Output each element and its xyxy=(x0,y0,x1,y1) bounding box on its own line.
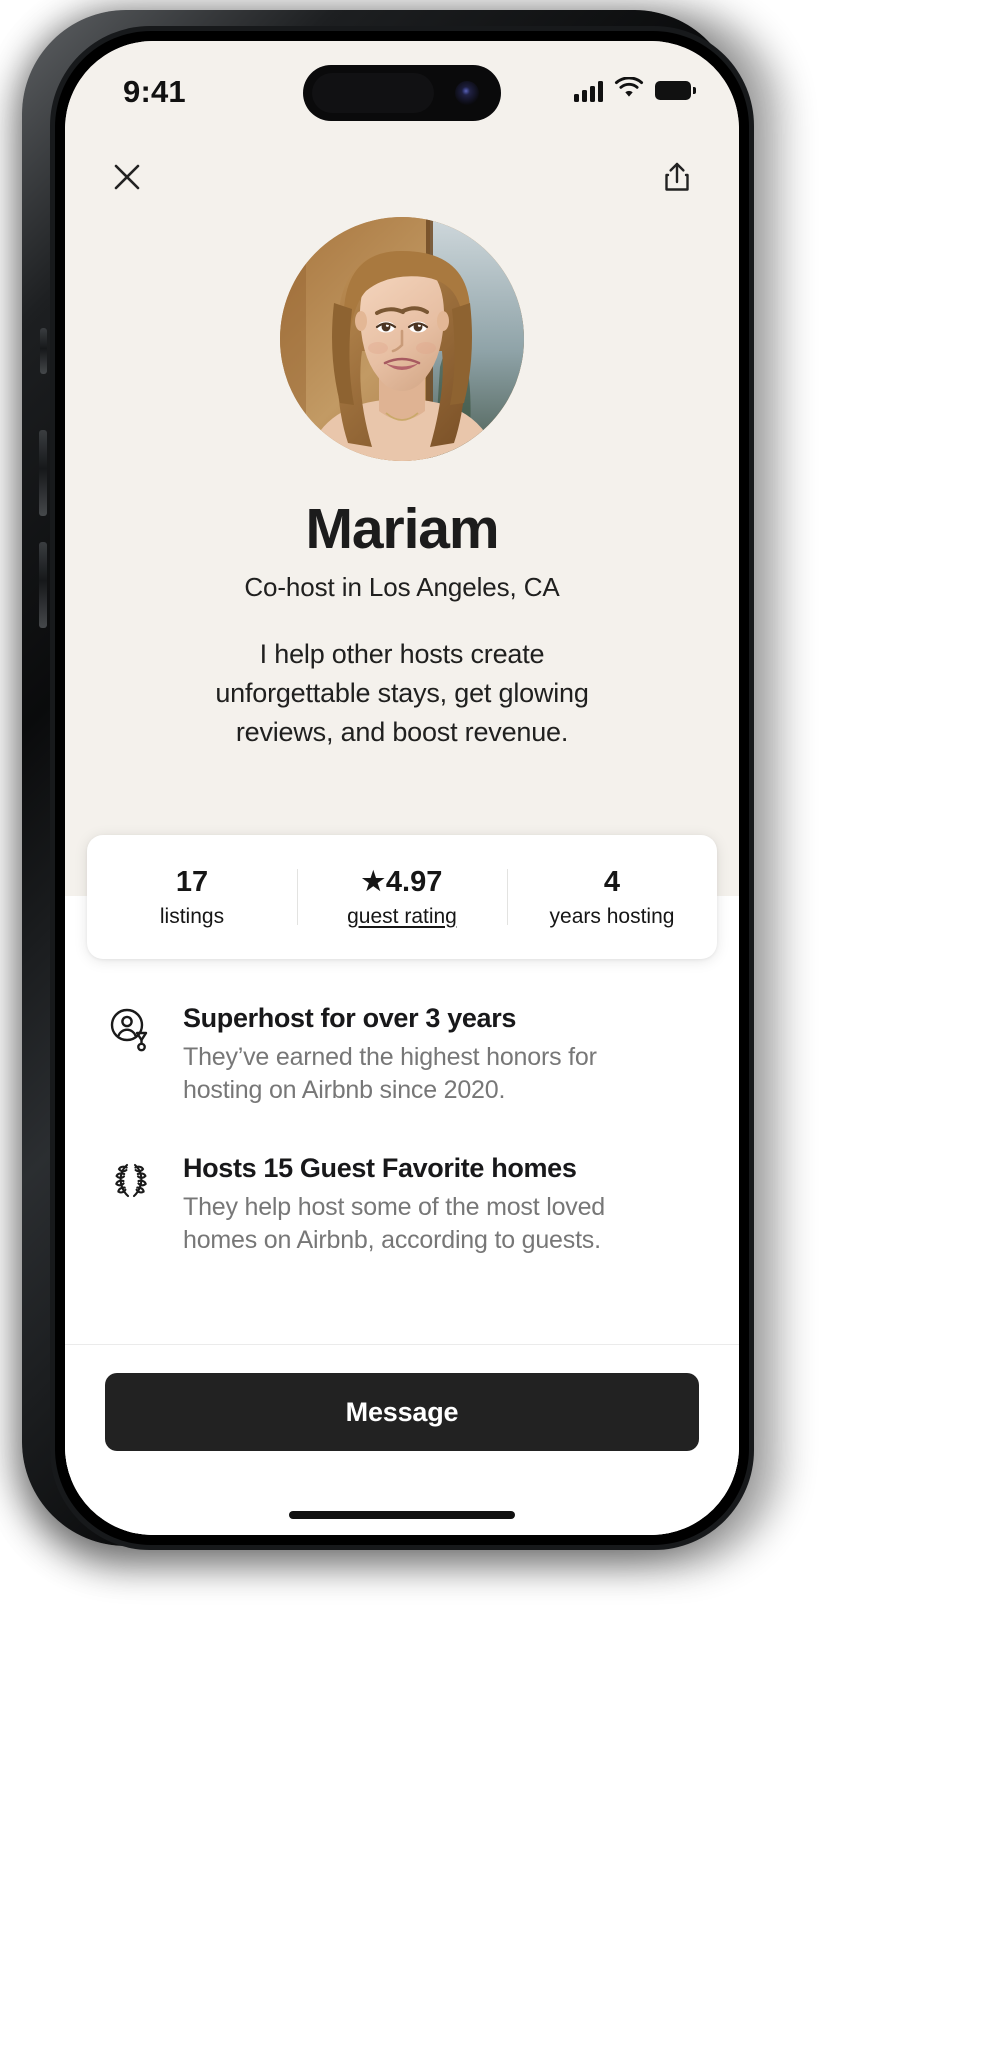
share-icon xyxy=(662,161,692,198)
profile-header: Mariam Co-host in Los Angeles, CA I help… xyxy=(65,217,739,752)
close-icon xyxy=(112,162,142,197)
feature-title: Superhost for over 3 years xyxy=(183,1003,517,1033)
silent-switch-button[interactable] xyxy=(40,328,47,374)
home-indicator[interactable] xyxy=(289,1511,515,1519)
stat-years-hosting: 4 years hosting xyxy=(507,865,717,930)
app-navigation-bar xyxy=(65,149,739,213)
feature-text: Hosts 15 Guest Favorite homes They help … xyxy=(157,1151,613,1257)
laurel-wreath-icon xyxy=(105,1155,157,1205)
feature-superhost: Superhost for over 3 years They’ve earne… xyxy=(65,1001,739,1107)
feature-description: They help host some of the most loved ho… xyxy=(183,1193,605,1254)
features-list: Superhost for over 3 years They’ve earne… xyxy=(65,1001,739,1301)
feature-text: Superhost for over 3 years They’ve earne… xyxy=(157,1001,613,1107)
phone-frame: 9:41 Mariam Co-host in Los Angeles, CA I… xyxy=(22,10,754,1550)
volume-down-button[interactable] xyxy=(39,542,47,628)
profile-role: Co-host in Los Angeles, CA xyxy=(244,572,560,602)
stat-listings: 17 listings xyxy=(87,865,297,930)
page-title: Mariam xyxy=(305,497,500,561)
stat-value: 17 xyxy=(175,865,209,898)
stat-value: 4.97 xyxy=(385,865,443,898)
stat-value: 4 xyxy=(603,865,621,898)
close-button[interactable] xyxy=(101,153,153,205)
stat-label[interactable]: guest rating xyxy=(297,904,507,930)
stat-guest-rating[interactable]: ★ 4.97 guest rating xyxy=(297,865,507,930)
stats-card: 17 listings ★ 4.97 guest rating 4 years … xyxy=(87,835,717,959)
dynamic-island xyxy=(303,65,501,121)
volume-up-button[interactable] xyxy=(39,430,47,516)
screenshot-root: 9:41 Mariam Co-host in Los Angeles, CA I… xyxy=(0,0,1000,2054)
feature-guest-favorite: Hosts 15 Guest Favorite homes They help … xyxy=(65,1151,739,1257)
superhost-badge-icon xyxy=(105,1005,157,1055)
profile-bio: I help other hosts create unforgettable … xyxy=(215,639,589,747)
message-button[interactable]: Message xyxy=(105,1373,699,1451)
footer-bar: Message xyxy=(65,1344,739,1535)
stat-label: years hosting xyxy=(549,904,675,928)
feature-description: They’ve earned the highest honors for ho… xyxy=(183,1043,597,1104)
phone-screen: 9:41 Mariam Co-host in Los Angeles, CA I… xyxy=(65,41,739,1535)
dynamic-island-inner xyxy=(312,73,434,113)
front-camera-icon xyxy=(455,81,479,105)
share-button[interactable] xyxy=(651,153,703,205)
feature-title: Hosts 15 Guest Favorite homes xyxy=(183,1153,577,1183)
stat-label: listings xyxy=(159,904,225,928)
avatar xyxy=(280,217,524,461)
star-icon: ★ xyxy=(361,865,385,896)
stat-value-wrap: ★ 4.97 xyxy=(297,865,507,899)
